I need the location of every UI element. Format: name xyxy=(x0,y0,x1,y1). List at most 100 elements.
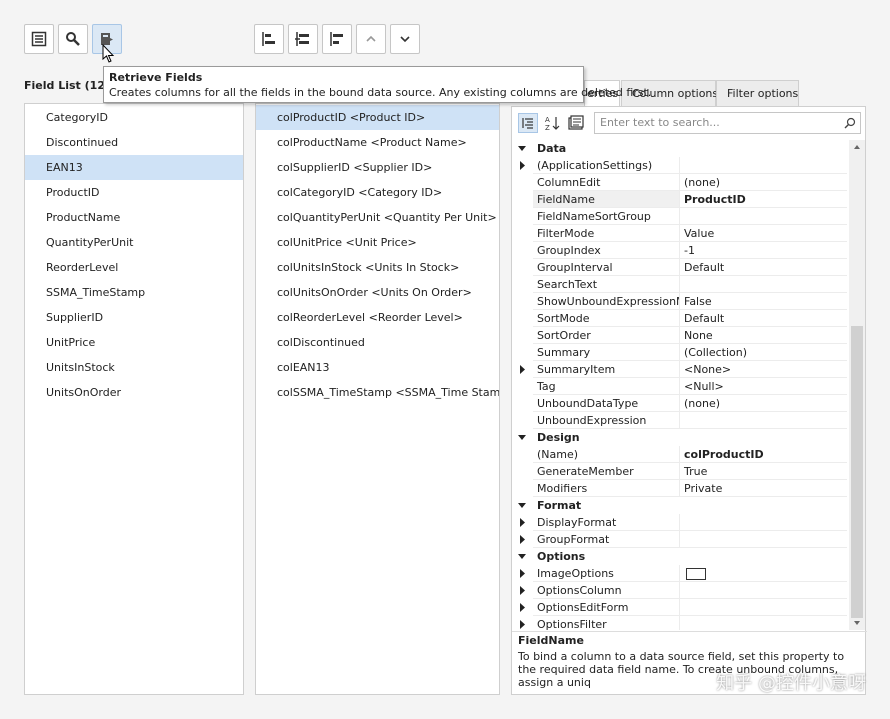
property-value[interactable] xyxy=(680,514,847,531)
field-list-item[interactable]: UnitsInStock xyxy=(25,355,243,380)
move-down-button[interactable] xyxy=(390,24,420,54)
property-row[interactable]: FieldName ProductID xyxy=(512,191,847,208)
expand-arrow-icon[interactable] xyxy=(517,565,527,582)
column-list-item[interactable]: colUnitsInStock <Units In Stock> xyxy=(256,255,499,280)
column-list-item[interactable]: colQuantityPerUnit <Quantity Per Unit> xyxy=(256,205,499,230)
property-row[interactable]: UnboundDataType (none) xyxy=(512,395,847,412)
property-value[interactable]: (none) xyxy=(680,395,847,412)
property-row[interactable]: Tag <Null> xyxy=(512,378,847,395)
field-list-item[interactable]: ProductName xyxy=(25,205,243,230)
property-row[interactable]: DisplayFormat xyxy=(512,514,847,531)
property-category[interactable]: Data xyxy=(512,140,847,157)
property-value[interactable]: -1 xyxy=(680,242,847,259)
property-value[interactable]: (none) xyxy=(680,174,847,191)
expand-arrow-icon[interactable] xyxy=(517,157,527,174)
property-row[interactable]: FieldNameSortGroup xyxy=(512,208,847,225)
property-row[interactable]: GroupInterval Default xyxy=(512,259,847,276)
property-category[interactable]: Format xyxy=(512,497,847,514)
property-value[interactable] xyxy=(680,276,847,293)
field-list-item[interactable]: SSMA_TimeStamp xyxy=(25,280,243,305)
list-view-button[interactable] xyxy=(24,24,54,54)
expand-arrow-icon[interactable] xyxy=(517,531,527,548)
property-row[interactable]: Summary (Collection) xyxy=(512,344,847,361)
column-list-item[interactable]: colCategoryID <Category ID> xyxy=(256,180,499,205)
column-list-item[interactable]: colUnitPrice <Unit Price> xyxy=(256,230,499,255)
column-list-item[interactable]: colSupplierID <Supplier ID> xyxy=(256,155,499,180)
expand-arrow-icon[interactable] xyxy=(517,514,527,531)
column-list-item[interactable]: colSSMA_TimeStamp <SSMA_Time Stamp> xyxy=(256,380,499,405)
property-row[interactable]: GroupFormat xyxy=(512,531,847,548)
insert-column-button[interactable] xyxy=(288,24,318,54)
property-row[interactable]: ShowUnboundExpressionMenuFalse xyxy=(512,293,847,310)
field-list-item[interactable]: Discontinued xyxy=(25,130,243,155)
column-list-item[interactable]: colEAN13 xyxy=(256,355,499,380)
property-value[interactable] xyxy=(680,157,847,174)
property-category[interactable]: Design xyxy=(512,429,847,446)
column-list-item[interactable]: colUnitsOnOrder <Units On Order> xyxy=(256,280,499,305)
collapse-arrow-icon[interactable] xyxy=(517,429,527,446)
property-value[interactable] xyxy=(680,616,847,630)
property-grid-scrollbar[interactable] xyxy=(849,140,865,630)
field-list[interactable]: CategoryID Discontinued EAN13 ProductID Prod… xyxy=(24,103,244,695)
property-value[interactable]: colProductID xyxy=(680,446,847,463)
property-search-input[interactable]: Enter text to search... xyxy=(594,112,861,134)
property-value[interactable] xyxy=(680,208,847,225)
scroll-down-icon[interactable] xyxy=(849,616,865,630)
scroll-up-icon[interactable] xyxy=(849,140,865,154)
property-row[interactable]: SortMode Default xyxy=(512,310,847,327)
property-value[interactable]: Private xyxy=(680,480,847,497)
property-category[interactable]: Options xyxy=(512,548,847,565)
property-row[interactable]: OptionsColumn xyxy=(512,582,847,599)
column-list-item[interactable]: colReorderLevel <Reorder Level> xyxy=(256,305,499,330)
move-up-button[interactable] xyxy=(356,24,386,54)
property-row[interactable]: OptionsEditForm xyxy=(512,599,847,616)
column-list-item[interactable]: colDiscontinued xyxy=(256,330,499,355)
field-list-item[interactable]: SupplierID xyxy=(25,305,243,330)
scrollbar-thumb[interactable] xyxy=(851,326,863,618)
alphabetical-view-button[interactable]: A Z xyxy=(542,113,562,133)
property-value[interactable]: Default xyxy=(680,310,847,327)
property-value[interactable]: Default xyxy=(680,259,847,276)
property-row[interactable]: ImageOptions xyxy=(512,565,847,582)
property-grid[interactable]: Data (ApplicationSettings) ColumnEdit (none… xyxy=(512,140,847,630)
expand-arrow-icon[interactable] xyxy=(517,361,527,378)
property-row[interactable]: GenerateMember True xyxy=(512,463,847,480)
collapse-arrow-icon[interactable] xyxy=(517,548,527,565)
property-value[interactable]: False xyxy=(680,293,847,310)
categorized-view-button[interactable] xyxy=(518,113,538,133)
property-value[interactable] xyxy=(680,565,847,582)
field-list-item[interactable]: ProductID xyxy=(25,180,243,205)
search-button[interactable] xyxy=(58,24,88,54)
field-list-item[interactable]: CategoryID xyxy=(25,105,243,130)
property-value[interactable]: True xyxy=(680,463,847,480)
field-list-item[interactable]: UnitsOnOrder xyxy=(25,380,243,405)
collapse-arrow-icon[interactable] xyxy=(517,497,527,514)
property-pages-button[interactable] xyxy=(566,113,586,133)
property-row[interactable]: OptionsFilter xyxy=(512,616,847,630)
property-row[interactable]: GroupIndex -1 xyxy=(512,242,847,259)
property-row[interactable]: Modifiers Private xyxy=(512,480,847,497)
tab-filter-options[interactable]: Filter options xyxy=(716,80,799,106)
property-value[interactable]: None xyxy=(680,327,847,344)
property-row[interactable]: FilterMode Value xyxy=(512,225,847,242)
property-row[interactable]: SortOrder None xyxy=(512,327,847,344)
property-value[interactable]: ProductID xyxy=(680,191,847,208)
expand-arrow-icon[interactable] xyxy=(517,599,527,616)
property-value[interactable]: Value xyxy=(680,225,847,242)
property-value[interactable] xyxy=(680,531,847,548)
property-value[interactable]: (Collection) xyxy=(680,344,847,361)
expand-arrow-icon[interactable] xyxy=(517,616,527,630)
column-list-item[interactable]: colProductName <Product Name> xyxy=(256,130,499,155)
property-value[interactable]: <None> xyxy=(680,361,847,378)
field-list-item[interactable]: QuantityPerUnit xyxy=(25,230,243,255)
column-list-item[interactable]: colProductID <Product ID> xyxy=(256,105,499,130)
remove-column-button[interactable] xyxy=(322,24,352,54)
property-value[interactable] xyxy=(680,582,847,599)
property-row[interactable]: UnboundExpression xyxy=(512,412,847,429)
add-column-button[interactable] xyxy=(254,24,284,54)
property-value[interactable] xyxy=(680,412,847,429)
property-row[interactable]: SearchText xyxy=(512,276,847,293)
property-value[interactable] xyxy=(680,599,847,616)
collapse-arrow-icon[interactable] xyxy=(517,140,527,157)
expand-arrow-icon[interactable] xyxy=(517,582,527,599)
